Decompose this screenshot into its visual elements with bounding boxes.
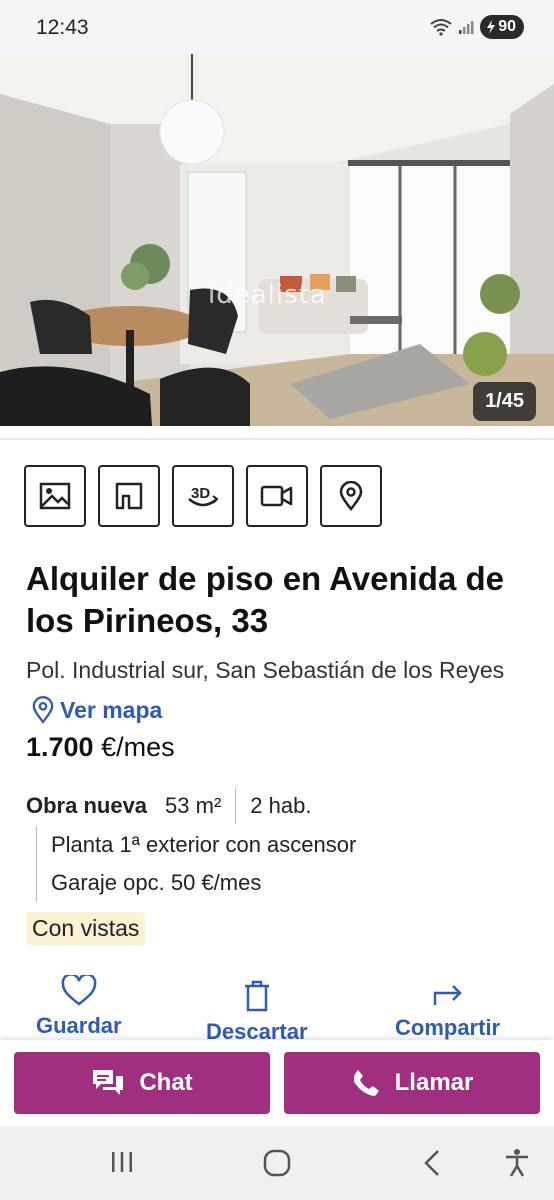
listing-title: Alquiler de piso en Avenida de los Pirin…: [26, 560, 504, 639]
save-label: Guardar: [36, 1013, 122, 1038]
rooms-value: 2 hab.: [250, 793, 312, 818]
listing-details: Planta 1ª exterior con ascensor Garaje o…: [36, 826, 356, 902]
price-unit: €/mes: [93, 732, 175, 762]
location-pin-icon: [32, 696, 54, 724]
3d-tour-button[interactable]: 3D: [172, 465, 234, 527]
share-label: Compartir: [395, 1015, 501, 1040]
accessibility-icon[interactable]: [504, 1148, 530, 1178]
floorplan-button[interactable]: [98, 465, 160, 527]
map-pin-icon: [339, 481, 363, 511]
watermark: idealista: [208, 280, 327, 310]
home-icon[interactable]: [262, 1148, 292, 1178]
phone-icon: [353, 1070, 379, 1096]
trash-icon: [244, 980, 269, 1012]
back-icon[interactable]: [420, 1148, 444, 1178]
address-text: Pol. Industrial sur, San Sebastián de lo…: [26, 657, 505, 683]
share-arrow-icon: [433, 985, 462, 1005]
system-nav-bar: [0, 1126, 554, 1200]
listing-price: 1.700 €/mes: [26, 732, 175, 763]
apartment-photo: [0, 54, 554, 426]
floor-detail: Planta 1ª exterior con ascensor: [51, 832, 357, 857]
media-buttons: 3D: [24, 465, 382, 527]
signal-icon: [459, 21, 474, 34]
contact-bar: Chat Llamar: [0, 1040, 554, 1126]
save-button[interactable]: Guardar: [36, 975, 122, 1039]
floorplan-icon: [115, 482, 143, 510]
highlight-badge: Con vistas: [26, 912, 146, 945]
view-map-label[interactable]: Ver mapa: [60, 690, 162, 730]
image-icon: [39, 482, 71, 510]
price-amount: 1.700: [26, 732, 94, 762]
battery-indicator: 90: [480, 15, 524, 39]
status-icons: 90: [430, 15, 524, 39]
area-value: 53 m²: [165, 793, 222, 818]
photo-counter: 1/45: [473, 382, 536, 421]
call-label: Llamar: [394, 1069, 474, 1096]
share-button[interactable]: Compartir: [395, 979, 500, 1041]
wifi-icon: [430, 19, 452, 36]
listing-actions: Guardar Descartar Compartir: [0, 975, 554, 1045]
discard-button[interactable]: Descartar: [206, 979, 308, 1045]
feature-separator: [235, 788, 237, 824]
chat-label: Chat: [139, 1069, 193, 1096]
recent-apps-icon[interactable]: [108, 1148, 136, 1176]
listing-photo[interactable]: idealista 1/45: [0, 54, 554, 426]
battery-level: 90: [498, 18, 516, 35]
svg-text:3D: 3D: [191, 485, 210, 502]
charging-icon: [487, 20, 496, 34]
divider: [0, 438, 554, 440]
condition-label: Obra nueva: [26, 793, 148, 818]
chat-button[interactable]: Chat: [14, 1052, 270, 1114]
listing-features: Obra nueva 53 m² 2 hab.: [26, 788, 311, 824]
photos-button[interactable]: [24, 465, 86, 527]
call-button[interactable]: Llamar: [284, 1052, 540, 1114]
status-bar: 12:43 90: [0, 0, 554, 54]
video-button[interactable]: [246, 465, 308, 527]
garage-detail: Garaje opc. 50 €/mes: [51, 870, 262, 895]
heart-icon: [61, 975, 97, 1006]
status-time: 12:43: [36, 16, 89, 39]
map-button[interactable]: [320, 465, 382, 527]
chat-icon: [93, 1070, 124, 1095]
video-icon: [260, 485, 293, 507]
view-map-link[interactable]: Ver mapa: [32, 690, 162, 730]
3d-tour-icon: 3D: [188, 485, 219, 507]
listing-address: Pol. Industrial sur, San Sebastián de lo…: [26, 650, 536, 736]
